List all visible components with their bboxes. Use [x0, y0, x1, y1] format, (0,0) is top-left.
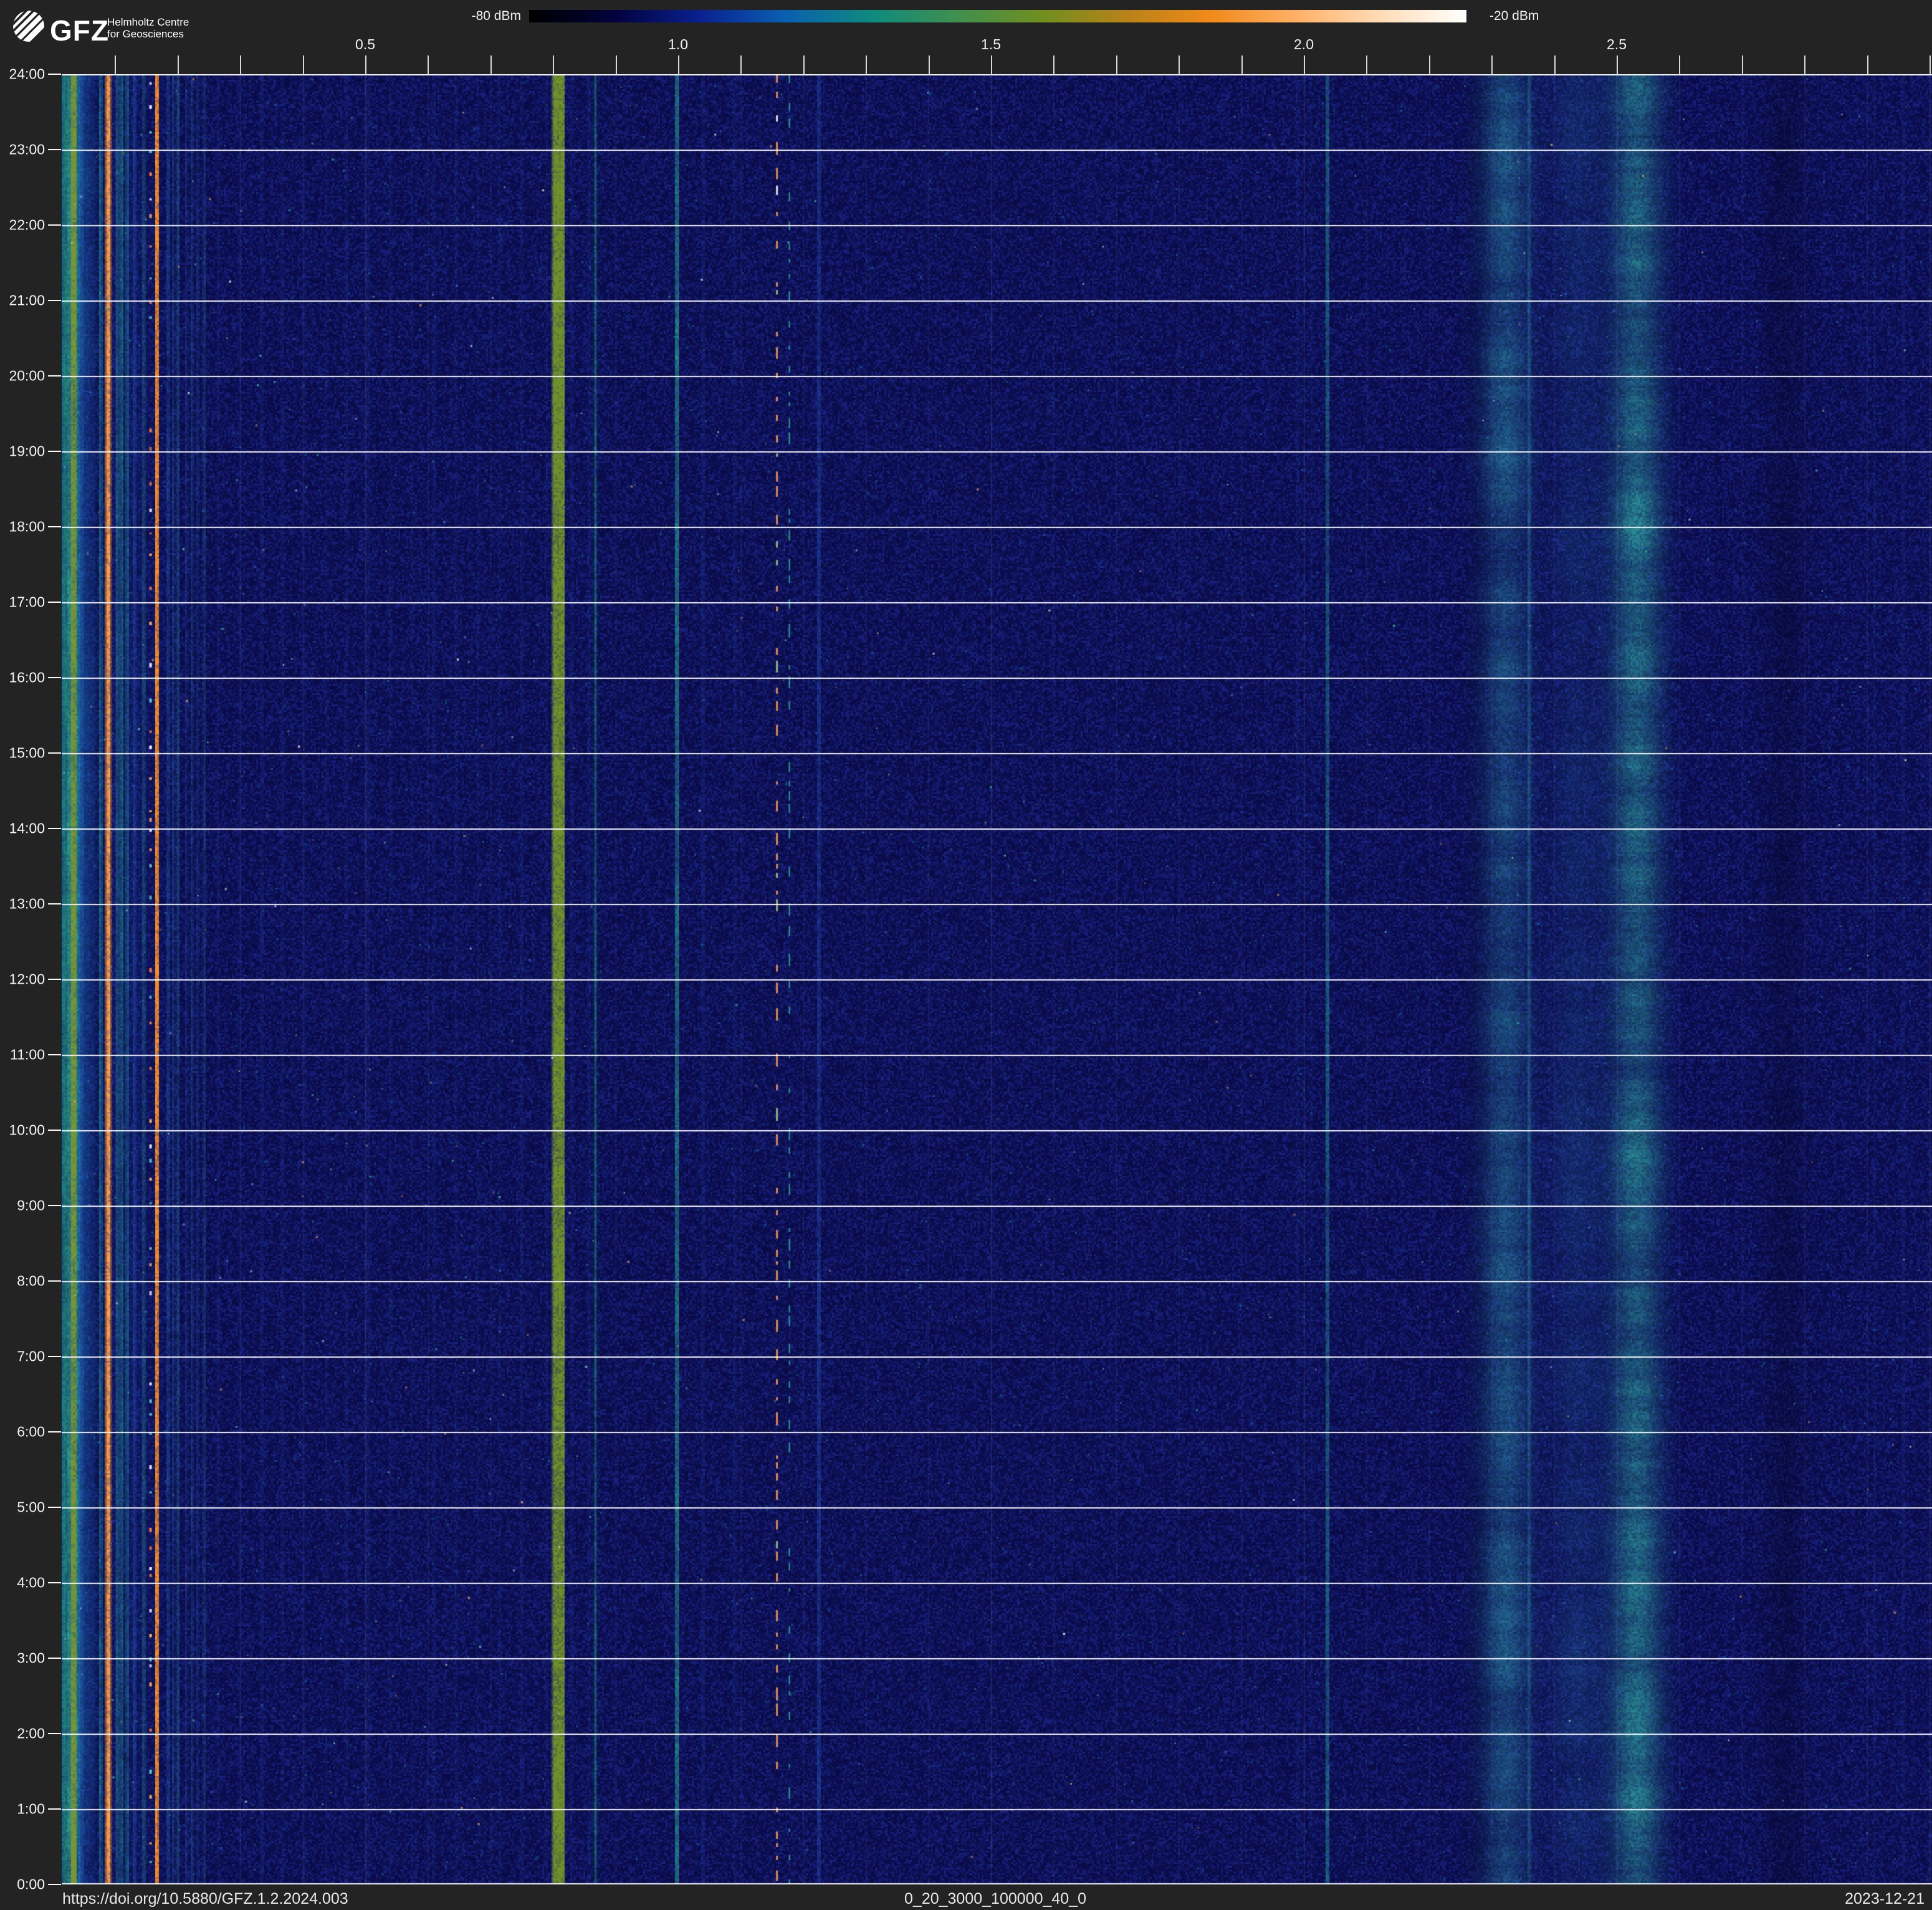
frequency-tick: [803, 55, 805, 74]
time-tick-label: 13:00: [0, 896, 45, 913]
time-tick: [48, 375, 61, 377]
frequency-tick-label: 0.5: [355, 36, 375, 53]
time-tick: [48, 1884, 61, 1885]
gfz-logo-subtitle-line2: for Geosciences: [107, 28, 189, 40]
time-tick: [48, 74, 61, 75]
frequency-tick: [678, 55, 679, 74]
time-tick-label: 11:00: [0, 1047, 45, 1063]
frequency-tick-label: 2.5: [1607, 36, 1627, 53]
gfz-logo-subtitle-line1: Helmholtz Centre: [107, 16, 189, 28]
time-tick-label: 10:00: [0, 1122, 45, 1139]
frequency-tick: [1491, 55, 1493, 74]
time-tick-label: 16:00: [0, 669, 45, 686]
frequency-tick: [866, 55, 867, 74]
time-tick: [48, 224, 61, 226]
frequency-tick: [1241, 55, 1243, 74]
frequency-tick: [991, 55, 992, 74]
time-tick-label: 0:00: [0, 1876, 45, 1893]
colorbar-gradient: [529, 10, 1466, 22]
time-tick: [48, 602, 61, 603]
frequency-tick: [115, 55, 116, 74]
time-tick-label: 3:00: [0, 1650, 45, 1667]
time-tick: [48, 1507, 61, 1508]
frequency-tick: [240, 55, 241, 74]
frequency-tick: [178, 55, 179, 74]
frequency-tick: [1804, 55, 1805, 74]
frequency-tick: [929, 55, 930, 74]
frequency-tick: [365, 55, 366, 74]
frequency-tick: [1867, 55, 1868, 74]
time-tick: [48, 526, 61, 527]
frequency-tick: [303, 55, 304, 74]
time-tick-label: 18:00: [0, 519, 45, 535]
time-tick: [48, 1205, 61, 1206]
time-tick-label: 5:00: [0, 1499, 45, 1516]
frequency-tick: [428, 55, 429, 74]
frequency-tick: [553, 55, 554, 74]
time-tick-label: 21:00: [0, 292, 45, 309]
doi-link[interactable]: https://doi.org/10.5880/GFZ.1.2.2024.003: [62, 1890, 348, 1908]
time-tick-label: 22:00: [0, 217, 45, 234]
time-tick-label: 12:00: [0, 971, 45, 988]
time-tick-label: 2:00: [0, 1725, 45, 1742]
time-tick: [48, 1280, 61, 1282]
date-label: 2023-12-21: [1845, 1890, 1925, 1908]
dataset-id: 0_20_3000_100000_40_0: [904, 1890, 1086, 1908]
time-tick-label: 9:00: [0, 1197, 45, 1214]
time-tick-label: 15:00: [0, 745, 45, 762]
frequency-tick-label: 1.0: [668, 36, 688, 53]
frequency-tick-label: 1.5: [981, 36, 1001, 53]
frequency-tick: [1366, 55, 1367, 74]
time-tick-label: 6:00: [0, 1424, 45, 1441]
frequency-tick: [1930, 55, 1931, 74]
frequency-tick: [1053, 55, 1054, 74]
time-tick: [48, 677, 61, 678]
time-tick: [48, 752, 61, 754]
time-tick-label: 19:00: [0, 443, 45, 460]
frequency-tick: [1429, 55, 1430, 74]
time-tick-label: 4:00: [0, 1575, 45, 1591]
frequency-tick: [1742, 55, 1743, 74]
time-tick: [48, 1582, 61, 1583]
frequency-tick-label: 2.0: [1294, 36, 1314, 53]
time-tick-label: 23:00: [0, 142, 45, 158]
gfz-logo-icon: [12, 10, 45, 42]
header: GFZ Helmholtz Centre for Geosciences -80…: [0, 0, 1932, 54]
time-tick: [48, 1658, 61, 1659]
frequency-tick: [1679, 55, 1680, 74]
frequency-tick: [1116, 55, 1117, 74]
time-tick-label: 8:00: [0, 1273, 45, 1290]
spectrogram-page: { "header": { "logo": { "acronym": "GFZ"…: [0, 0, 1932, 1910]
frequency-tick: [1554, 55, 1556, 74]
time-tick: [48, 1431, 61, 1432]
gfz-logo-acronym: GFZ: [50, 14, 109, 47]
time-tick-label: 24:00: [0, 66, 45, 83]
time-tick-label: 7:00: [0, 1348, 45, 1365]
time-tick: [48, 1130, 61, 1131]
time-tick: [48, 1054, 61, 1055]
time-tick: [48, 1356, 61, 1357]
colorbar-min-label: -80 dBm: [472, 10, 521, 22]
frequency-tick: [1617, 55, 1618, 74]
frequency-tick: [1304, 55, 1305, 74]
time-tick: [48, 828, 61, 829]
time-tick-label: 1:00: [0, 1801, 45, 1818]
gfz-logo-subtitle: Helmholtz Centre for Geosciences: [107, 16, 189, 40]
frequency-tick: [740, 55, 742, 74]
time-tick-label: 14:00: [0, 820, 45, 837]
time-tick: [48, 451, 61, 452]
time-tick: [48, 1733, 61, 1734]
time-tick: [48, 979, 61, 980]
colorbar-max-label: -20 dBm: [1490, 10, 1539, 22]
time-tick: [48, 903, 61, 905]
time-tick-label: 20:00: [0, 368, 45, 385]
time-tick: [48, 1808, 61, 1810]
time-tick: [48, 300, 61, 301]
time-tick-label: 17:00: [0, 594, 45, 611]
spectrogram-canvas: [62, 74, 1932, 1884]
time-tick: [48, 149, 61, 150]
frequency-tick: [490, 55, 492, 74]
frequency-tick: [1179, 55, 1180, 74]
frequency-tick: [616, 55, 617, 74]
